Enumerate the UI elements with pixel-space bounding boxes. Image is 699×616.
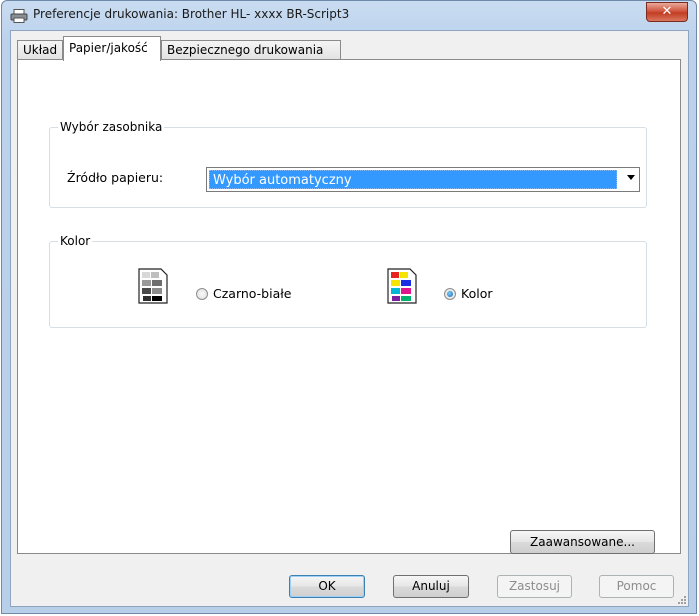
paper-source-value: Wybór automatyczny [209,170,617,189]
tab-panel-papier-jakosc: Wybór zasobnika Źródło papieru: Wybór au… [17,59,681,554]
color-page-icon [387,268,417,304]
close-icon: ✕ [661,4,673,19]
close-button[interactable]: ✕ [646,2,688,22]
dialog-window: Preferencje drukowania: Brother HL- xxxx… [1,0,697,614]
color-label[interactable]: Kolor [461,286,492,301]
help-button-label: Pomoc [616,579,657,593]
paper-source-select[interactable]: Wybór automatyczny [206,167,640,192]
tab-papier-jakosc[interactable]: Papier/jakość [63,36,161,61]
color-group-legend: Kolor [60,234,91,248]
paper-source-label: Źródło papieru: [67,170,164,185]
tray-group-legend: Wybór zasobnika [60,120,163,134]
dialog-client-area: Układ Papier/jakość Bezpiecznego drukowa… [10,30,689,607]
tab-bezpiecznego-drukowania[interactable]: Bezpiecznego drukowania [161,40,341,60]
window-title: Preferencje drukowania: Brother HL- xxxx… [33,7,350,21]
tab-label: Bezpiecznego drukowania [167,43,324,57]
advanced-button-label: Zaawansowane... [530,535,635,549]
tab-label: Papier/jakość [69,41,148,55]
apply-button[interactable]: Zastosuj [497,575,572,598]
apply-button-label: Zastosuj [508,579,561,593]
tab-uklad[interactable]: Układ [17,40,63,60]
resize-grip-icon[interactable] [676,594,686,604]
black-white-label[interactable]: Czarno-białe [213,286,292,301]
cancel-button-label: Anuluj [412,579,450,593]
title-bar[interactable]: Preferencje drukowania: Brother HL- xxxx… [2,1,696,29]
grayscale-page-icon [138,268,168,304]
radio-black-white[interactable] [196,288,208,300]
tab-label: Układ [23,43,58,57]
chevron-down-icon[interactable] [627,175,635,180]
radio-color[interactable] [444,288,456,300]
ok-button-label: OK [318,579,336,593]
advanced-button[interactable]: Zaawansowane... [510,530,655,554]
cancel-button[interactable]: Anuluj [393,575,469,598]
printer-icon [10,9,28,23]
tray-group: Wybór zasobnika [49,120,647,208]
help-button[interactable]: Pomoc [599,575,674,598]
ok-button[interactable]: OK [289,575,365,598]
